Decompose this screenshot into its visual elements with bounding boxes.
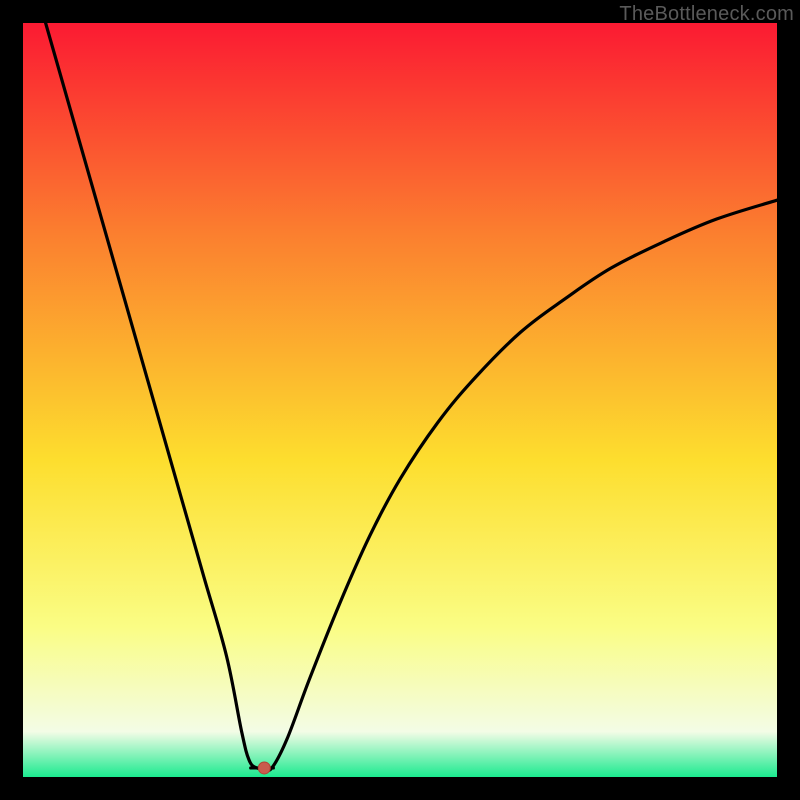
optimal-point-marker	[258, 762, 270, 774]
chart-frame	[23, 23, 777, 777]
bottleneck-plot	[23, 23, 777, 777]
gradient-background	[23, 23, 777, 777]
watermark-text: TheBottleneck.com	[619, 3, 794, 26]
